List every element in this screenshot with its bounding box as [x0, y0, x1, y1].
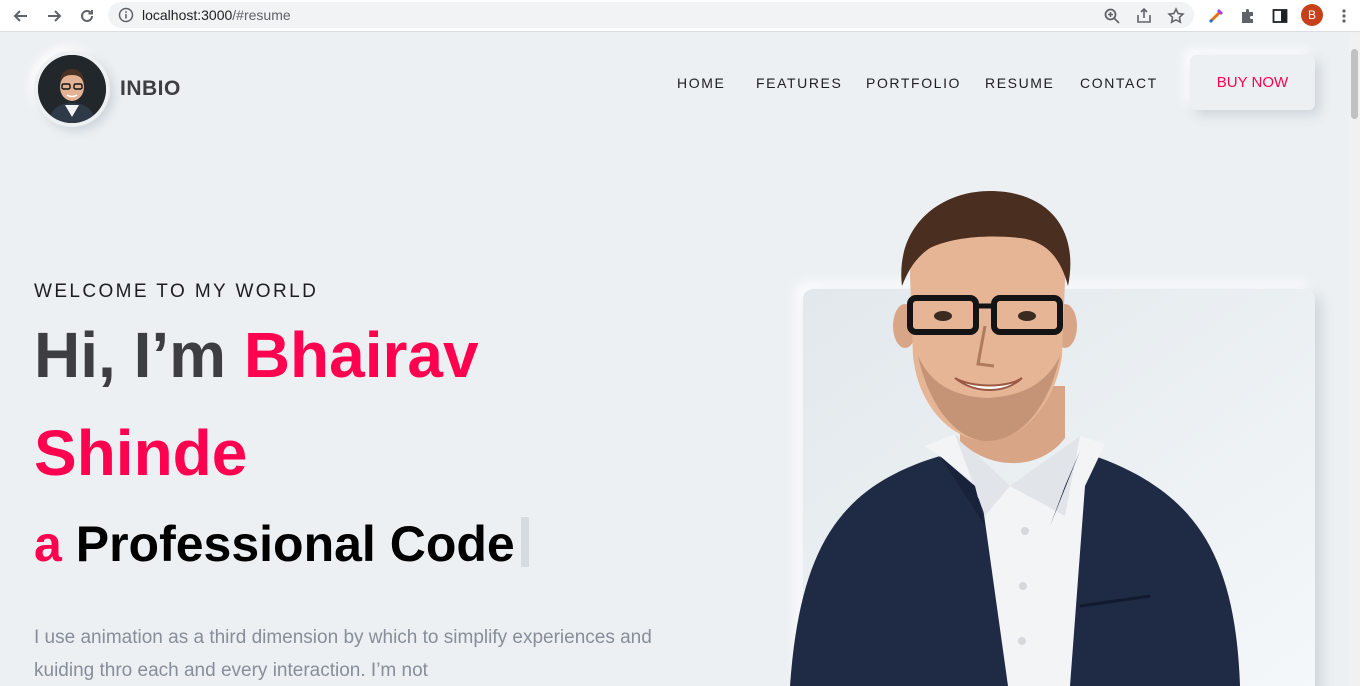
- browser-toolbar: localhost:3000/#resume B: [0, 0, 1360, 32]
- nav-features[interactable]: FEATURES: [756, 75, 842, 91]
- greeting-text: Hi, I’m: [34, 319, 227, 391]
- url-text: localhost:3000/#resume: [142, 7, 291, 23]
- forward-icon[interactable]: [42, 4, 66, 28]
- puzzle-icon[interactable]: [1237, 5, 1259, 27]
- menu-icon[interactable]: [1333, 5, 1355, 27]
- hero-greeting: Hi, I’m Bhairav: [34, 318, 479, 392]
- hero-description: I use animation as a third dimension by …: [34, 627, 652, 681]
- star-icon[interactable]: [1165, 5, 1187, 27]
- nav-portfolio[interactable]: PORTFOLIO: [866, 75, 961, 91]
- hero-portrait: [780, 186, 1260, 686]
- role-text: Professional Code: [75, 516, 515, 572]
- typing-cursor: [520, 517, 529, 567]
- url-host: localhost:3000: [142, 7, 233, 23]
- address-bar[interactable]: localhost:3000/#resume: [108, 2, 1194, 28]
- welcome-subtitle: WELCOME TO MY WORLD: [34, 281, 319, 302]
- profile-avatar[interactable]: B: [1301, 4, 1323, 26]
- role-article: a: [34, 516, 62, 572]
- nav-resume[interactable]: RESUME: [985, 75, 1055, 91]
- url-path: /#resume: [232, 7, 291, 23]
- hero-role: a Professional Code: [34, 513, 529, 575]
- share-icon[interactable]: [1133, 5, 1155, 27]
- site-brand[interactable]: INBIO: [120, 77, 181, 101]
- back-icon[interactable]: [9, 4, 33, 28]
- reload-icon[interactable]: [75, 4, 99, 28]
- last-name: Shinde: [34, 417, 248, 489]
- pen-extension-icon[interactable]: [1205, 5, 1227, 27]
- page-scrollbar[interactable]: [1349, 33, 1360, 686]
- logo-avatar[interactable]: [34, 51, 110, 127]
- buy-now-button[interactable]: BUY NOW: [1190, 55, 1315, 110]
- nav-home[interactable]: HOME: [677, 75, 725, 91]
- sidepanel-icon[interactable]: [1269, 5, 1291, 27]
- scrollbar-thumb[interactable]: [1351, 49, 1358, 119]
- info-icon[interactable]: [118, 7, 134, 23]
- avatar-photo: [38, 55, 106, 123]
- first-name: Bhairav: [243, 319, 479, 391]
- nav-contact[interactable]: CONTACT: [1080, 75, 1158, 91]
- zoom-icon[interactable]: [1101, 5, 1123, 27]
